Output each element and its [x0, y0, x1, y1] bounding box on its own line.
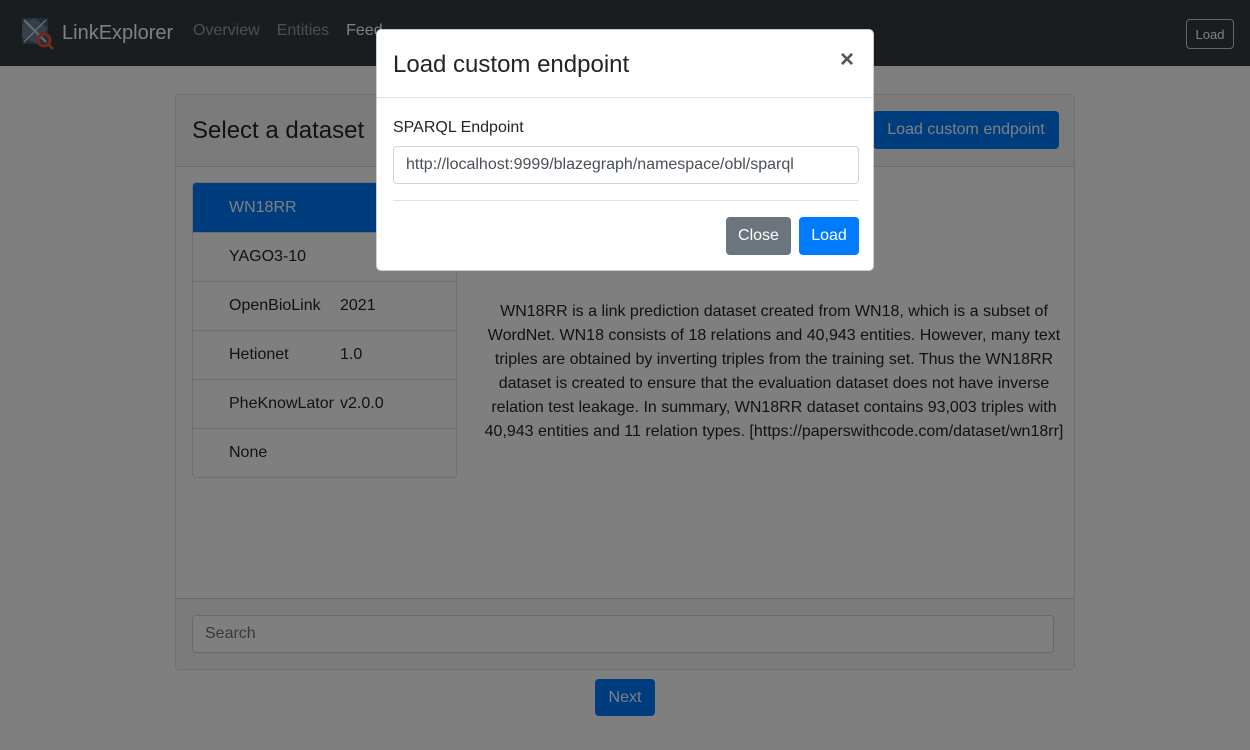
- modal-title: Load custom endpoint: [393, 51, 630, 78]
- modal-divider: [393, 200, 859, 201]
- modal-header: Load custom endpoint ×: [377, 30, 873, 98]
- sparql-endpoint-input[interactable]: [393, 146, 859, 184]
- sparql-endpoint-label: SPARQL Endpoint: [393, 119, 524, 136]
- close-icon[interactable]: ×: [840, 48, 854, 72]
- load-endpoint-modal: Load custom endpoint × SPARQL Endpoint C…: [376, 29, 874, 271]
- close-button[interactable]: Close: [726, 217, 791, 255]
- load-button[interactable]: Load: [799, 217, 859, 255]
